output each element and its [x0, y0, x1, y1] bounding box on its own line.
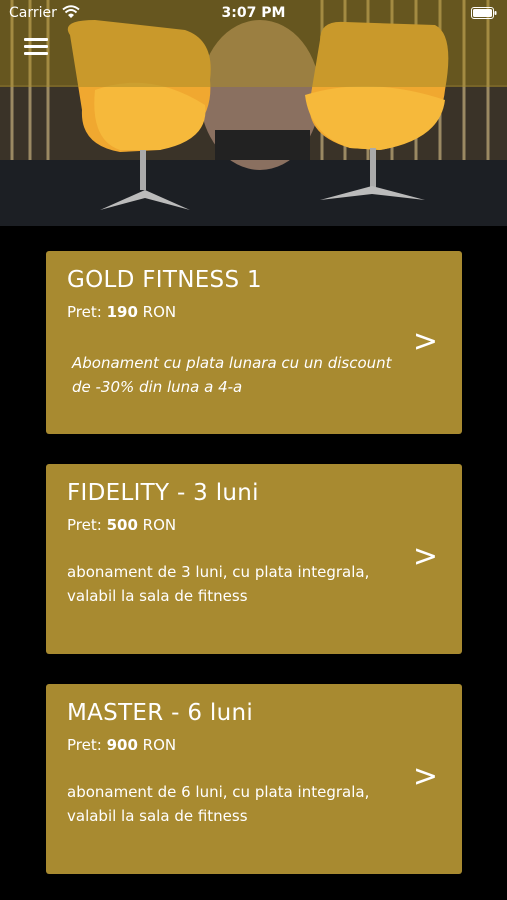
status-bar: Carrier 3:07 PM	[0, 0, 507, 28]
card-description: abonament de 3 luni, cu plata integrala,…	[67, 563, 370, 605]
hamburger-menu-icon[interactable]	[24, 38, 48, 56]
battery-icon	[471, 7, 497, 23]
card-title: MASTER - 6 luni	[67, 700, 254, 726]
card-price: Pret: 500 RON	[67, 516, 176, 534]
card-title: FIDELITY - 3 luni	[67, 480, 259, 506]
price-value: 190	[106, 303, 138, 321]
chevron-right-icon[interactable]: >	[413, 542, 438, 572]
card-description: abonament de 6 luni, cu plata integrala,…	[67, 783, 370, 825]
subscription-card-master[interactable]: MASTER - 6 luni Pret: 900 RON abonament …	[46, 684, 462, 874]
price-value: 900	[106, 736, 138, 754]
chevron-right-icon[interactable]: >	[413, 327, 438, 357]
clock-time: 3:07 PM	[221, 5, 286, 21]
card-price: Pret: 190 RON	[67, 303, 176, 321]
price-currency: RON	[142, 516, 177, 534]
price-label: Pret:	[67, 736, 102, 754]
chevron-right-icon[interactable]: >	[413, 762, 438, 792]
price-currency: RON	[142, 303, 177, 321]
card-description: Abonament cu plata lunara cu un discount…	[72, 354, 392, 396]
price-label: Pret:	[67, 303, 102, 321]
price-value: 500	[106, 516, 138, 534]
subscription-card-fidelity[interactable]: FIDELITY - 3 luni Pret: 500 RON abonamen…	[46, 464, 462, 654]
price-currency: RON	[142, 736, 177, 754]
card-price: Pret: 900 RON	[67, 736, 176, 754]
price-label: Pret:	[67, 516, 102, 534]
card-title: GOLD FITNESS 1	[67, 267, 262, 293]
subscription-card-gold-fitness-1[interactable]: GOLD FITNESS 1 Pret: 190 RON Abonament c…	[46, 251, 462, 434]
